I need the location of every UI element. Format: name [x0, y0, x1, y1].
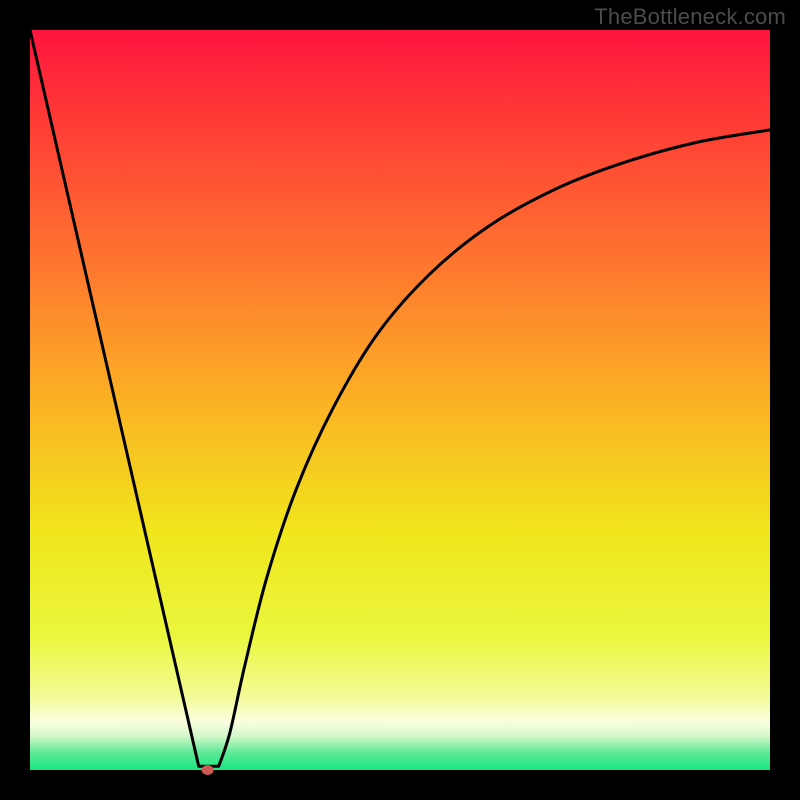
- bottleneck-chart: [0, 0, 800, 800]
- optimal-point-marker: [202, 765, 214, 775]
- watermark-text: TheBottleneck.com: [594, 4, 786, 30]
- plot-area: [30, 30, 770, 770]
